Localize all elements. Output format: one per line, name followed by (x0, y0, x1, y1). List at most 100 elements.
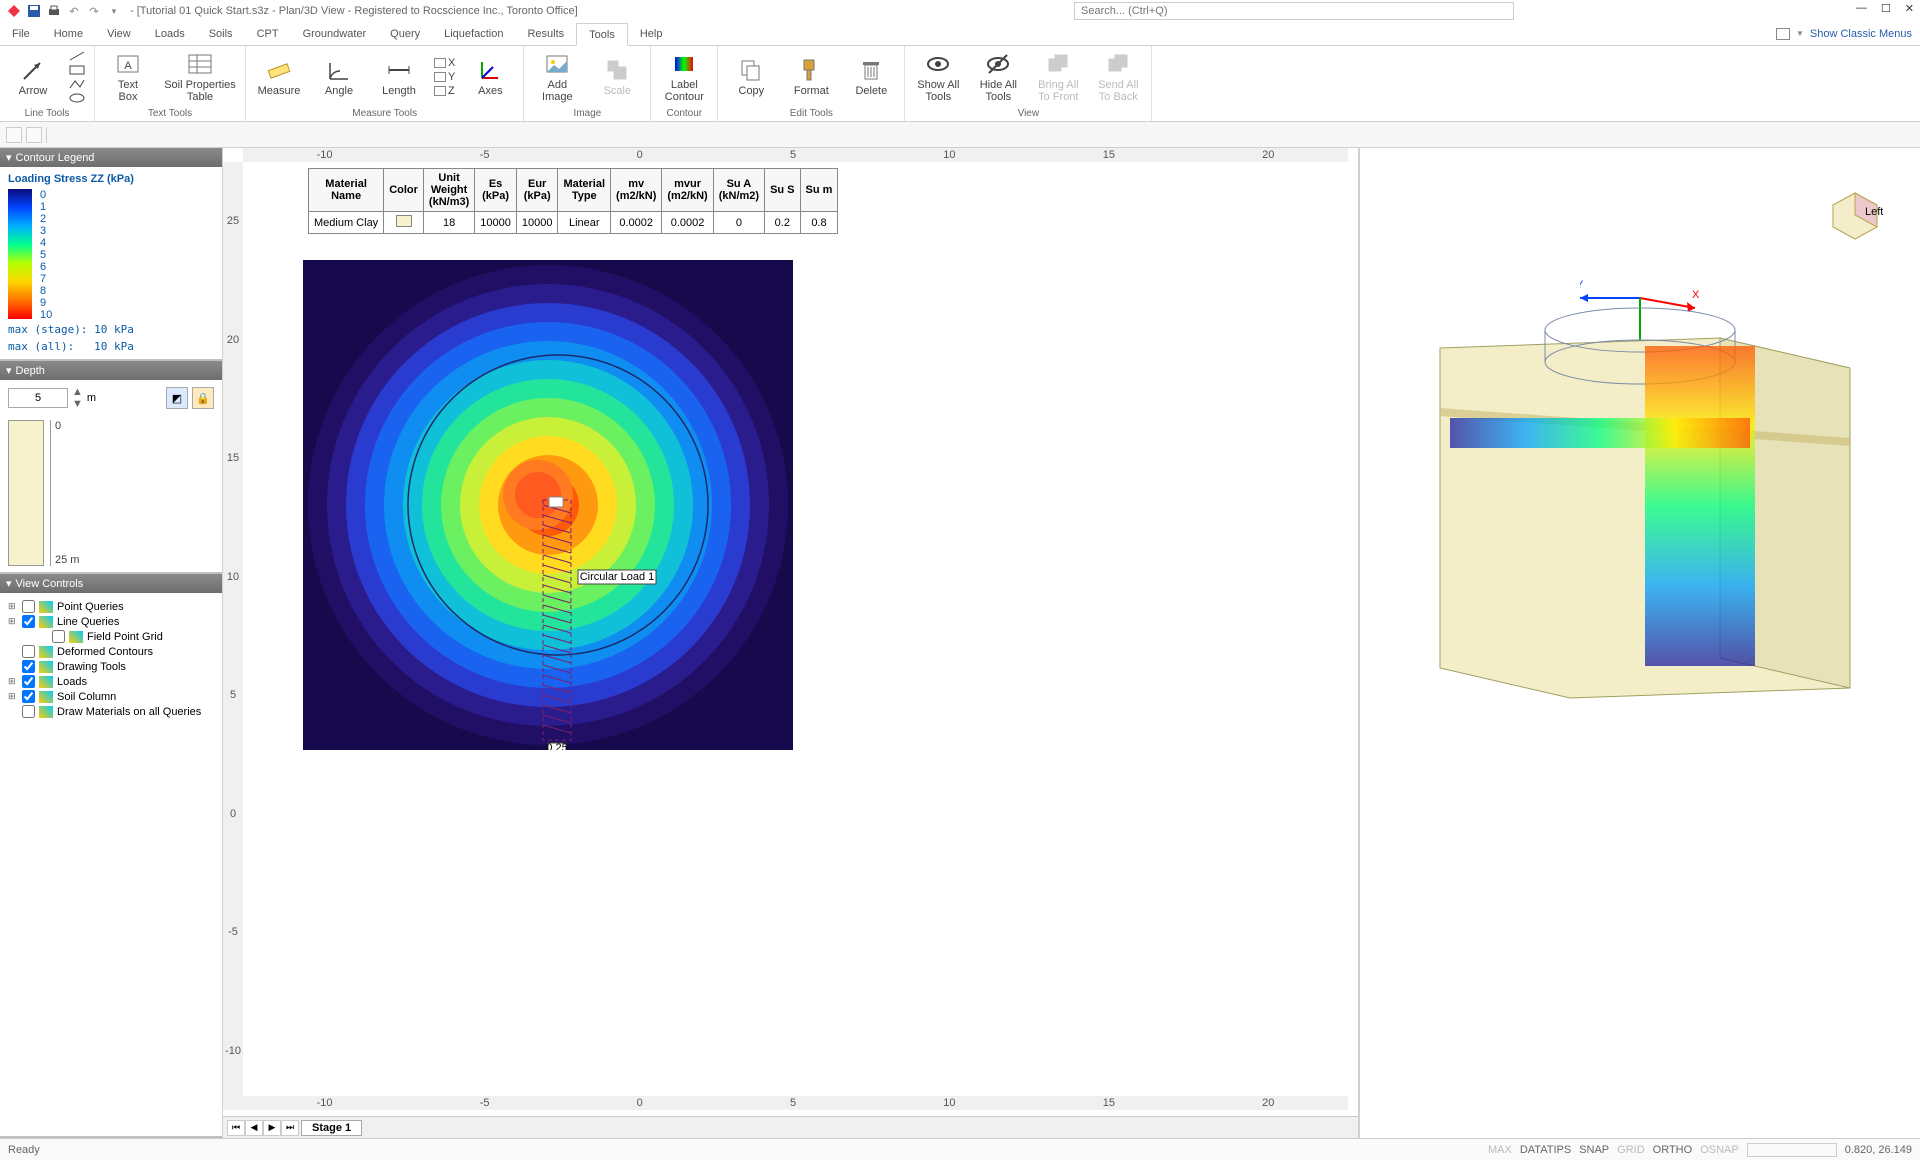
svg-text:A: A (124, 60, 132, 72)
tree-checkbox[interactable] (22, 690, 35, 703)
tree-field-point-grid[interactable]: Field Point Grid (38, 629, 214, 644)
tree-checkbox[interactable] (22, 645, 35, 658)
add-image-icon (544, 51, 570, 77)
status-flag-osnap[interactable]: OSNAP (1700, 1144, 1739, 1156)
tree-checkbox[interactable] (22, 675, 35, 688)
format-icon (798, 57, 824, 83)
redo-icon[interactable]: ↷ (86, 3, 102, 19)
legend-title: Loading Stress ZZ (kPa) (8, 173, 214, 185)
line-tool-icon[interactable] (68, 50, 86, 62)
ribbon-angle-button[interactable]: Angle (314, 57, 364, 97)
ribbon-soil-properties-table-button[interactable]: Soil Properties Table (163, 51, 237, 103)
menu-tab-cpt[interactable]: CPT (245, 22, 291, 45)
depth-input[interactable] (8, 388, 68, 408)
ribbon-delete-button[interactable]: Delete (846, 57, 896, 97)
status-flag-datatips[interactable]: DATATIPS (1520, 1144, 1571, 1156)
tree-line-queries[interactable]: ⊞Line Queries (8, 614, 214, 629)
tree-soil-column[interactable]: ⊞Soil Column (8, 689, 214, 704)
ribbon-measure-button[interactable]: Measure (254, 57, 304, 97)
table-header: Material Type (558, 169, 611, 212)
ribbon-arrow-button[interactable]: Arrow (8, 57, 58, 97)
depth-header[interactable]: ▾Depth (0, 361, 222, 380)
tree-checkbox[interactable] (22, 705, 35, 718)
menu-tab-file[interactable]: File (0, 22, 42, 45)
status-flag-ortho[interactable]: ORTHO (1653, 1144, 1693, 1156)
ribbon-length-button[interactable]: Length (374, 57, 424, 97)
axis-toggle-x[interactable]: X (434, 57, 455, 69)
stage-next-icon[interactable]: ▶ (263, 1120, 281, 1136)
ribbon-text-box-button[interactable]: AText Box (103, 51, 153, 103)
save-icon[interactable] (26, 3, 42, 19)
ribbon-label-contour-button[interactable]: Label Contour (659, 51, 709, 103)
status-flag-snap[interactable]: SNAP (1579, 1144, 1609, 1156)
stage-prev-icon[interactable]: ◀ (245, 1120, 263, 1136)
ribbon-show-all-tools-button[interactable]: Show All Tools (913, 51, 963, 103)
status-flag-grid[interactable]: GRID (1617, 1144, 1645, 1156)
menu-tab-tools[interactable]: Tools (576, 23, 628, 46)
search-input[interactable] (1074, 2, 1514, 20)
tree-loads[interactable]: ⊞Loads (8, 674, 214, 689)
view-controls-header[interactable]: ▾View Controls (0, 574, 222, 593)
orientation-cube[interactable]: Left (1820, 178, 1890, 251)
tree-checkbox[interactable] (22, 600, 35, 613)
menu-tab-results[interactable]: Results (515, 22, 576, 45)
tree-checkbox[interactable] (22, 660, 35, 673)
depth-down-icon[interactable]: ▼ (72, 398, 83, 410)
table-cell: 0.0002 (662, 212, 713, 234)
show-classic-menus-link[interactable]: Show Classic Menus (1810, 28, 1912, 40)
ellipse-tool-icon[interactable] (68, 92, 86, 104)
tree-item-icon (39, 676, 53, 688)
maximize-icon[interactable]: ☐ (1881, 2, 1891, 15)
layout-icon[interactable] (1776, 28, 1790, 40)
print-icon[interactable] (46, 3, 62, 19)
rect-tool-icon[interactable] (68, 64, 86, 76)
toolbar-button[interactable] (26, 127, 42, 143)
ribbon-hide-all-tools-button[interactable]: Hide All Tools (973, 51, 1023, 103)
axis-toggle-y[interactable]: Y (434, 71, 455, 83)
contour-legend-header[interactable]: ▾Contour Legend (0, 148, 222, 167)
search-box[interactable] (1074, 2, 1514, 20)
secondary-toolbar (0, 122, 1920, 148)
menu-tab-help[interactable]: Help (628, 22, 675, 45)
menu-tab-liquefaction[interactable]: Liquefaction (432, 22, 515, 45)
plan-view[interactable]: -10-505101520 2520151050-5-10 -10-505101… (223, 148, 1360, 1138)
stage-last-icon[interactable]: ⏭ (281, 1120, 299, 1136)
poly-tool-icon[interactable] (68, 78, 86, 90)
depth-tool-1-icon[interactable]: ◩ (166, 387, 188, 409)
table-cell: 0.0002 (611, 212, 662, 234)
stage-first-icon[interactable]: ⏮ (227, 1120, 245, 1136)
length-icon (386, 57, 412, 83)
classic-menus-dropdown-icon[interactable]: ▼ (1796, 29, 1804, 38)
ribbon-scale-button: Scale (592, 57, 642, 97)
close-icon[interactable]: ✕ (1905, 2, 1914, 15)
undo-icon[interactable]: ↶ (66, 3, 82, 19)
ribbon-copy-button[interactable]: Copy (726, 57, 776, 97)
stage-tab[interactable]: Stage 1 (301, 1120, 362, 1136)
menu-tab-home[interactable]: Home (42, 22, 95, 45)
depth-up-icon[interactable]: ▲ (72, 386, 83, 398)
tree-drawing-tools[interactable]: Drawing Tools (8, 659, 214, 674)
ribbon-add-image-button[interactable]: Add Image (532, 51, 582, 103)
tree-deformed-contours[interactable]: Deformed Contours (8, 644, 214, 659)
menu-tab-query[interactable]: Query (378, 22, 432, 45)
status-flag-max[interactable]: MAX (1488, 1144, 1512, 1156)
minimize-icon[interactable]: — (1856, 2, 1867, 15)
ribbon-axes-button[interactable]: Axes (465, 57, 515, 97)
tree-checkbox[interactable] (52, 630, 65, 643)
table-cell: 0.2 (765, 212, 800, 234)
menu-tab-soils[interactable]: Soils (197, 22, 245, 45)
qat-dropdown-icon[interactable]: ▼ (106, 3, 122, 19)
depth-lock-icon[interactable]: 🔒 (192, 387, 214, 409)
toolbar-button[interactable] (6, 127, 22, 143)
menu-tab-view[interactable]: View (95, 22, 143, 45)
load-label: Circular Load 1 (580, 571, 655, 583)
axis-toggle-z[interactable]: Z (434, 85, 455, 97)
ribbon-group-label: Line Tools (0, 108, 94, 121)
3d-view[interactable]: Left Y X Z (1360, 148, 1920, 1138)
menu-tab-groundwater[interactable]: Groundwater (291, 22, 379, 45)
tree-draw-materials-on-all-queries[interactable]: Draw Materials on all Queries (8, 704, 214, 719)
tree-point-queries[interactable]: ⊞Point Queries (8, 599, 214, 614)
ribbon-format-button[interactable]: Format (786, 57, 836, 97)
menu-tab-loads[interactable]: Loads (143, 22, 197, 45)
tree-checkbox[interactable] (22, 615, 35, 628)
